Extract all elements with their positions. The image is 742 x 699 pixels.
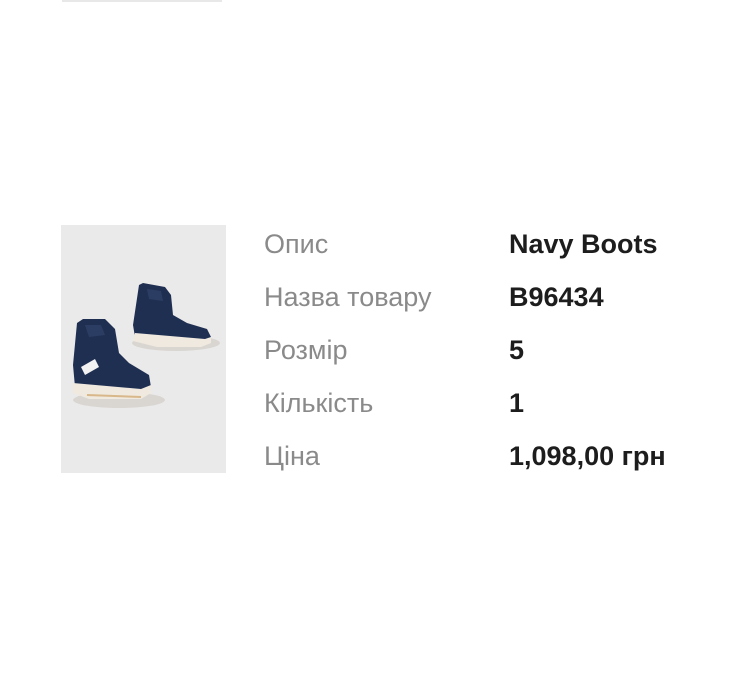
price-label: Ціна [264, 441, 320, 471]
detail-row-size: Розмір 5 [264, 329, 734, 382]
size-value: 5 [509, 335, 525, 365]
detail-row-product-code: Назва товару B96434 [264, 276, 734, 329]
description-label: Опис [264, 229, 329, 259]
description-value: Navy Boots [509, 229, 658, 259]
detail-row-price: Ціна 1,098,00 грн [264, 435, 734, 488]
quantity-label: Кількість [264, 388, 374, 418]
size-label: Розмір [264, 335, 348, 365]
product-code-label: Назва товару [264, 282, 432, 312]
product-code-value: B96434 [509, 282, 604, 312]
detail-row-quantity: Кількість 1 [264, 382, 734, 435]
detail-row-description: Опис Navy Boots [264, 223, 734, 276]
price-value: 1,098,00 грн [509, 441, 666, 471]
product-details: Опис Navy Boots Назва товару B96434 Розм… [264, 223, 734, 488]
boots-photo-icon [61, 225, 226, 473]
top-divider [62, 0, 222, 2]
product-image [61, 225, 226, 473]
quantity-value: 1 [509, 388, 525, 418]
